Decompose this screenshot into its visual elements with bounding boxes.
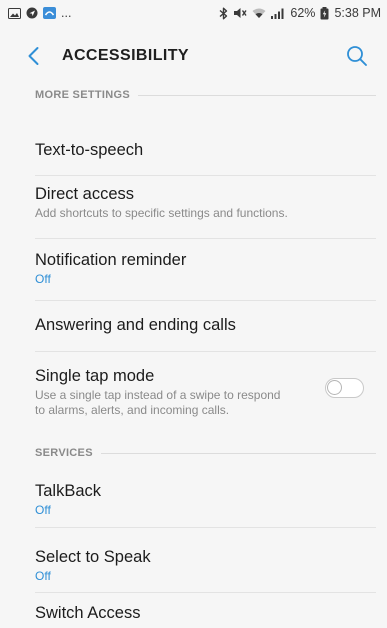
setting-title: TalkBack xyxy=(35,482,102,500)
setting-item-direct-access[interactable]: Direct access Add shortcuts to specific … xyxy=(0,176,376,239)
setting-status: Off xyxy=(35,272,51,286)
setting-title: Select to Speak xyxy=(35,548,151,566)
toggle-knob xyxy=(327,380,342,395)
back-button[interactable] xyxy=(8,26,60,86)
section-header-services: SERVICES xyxy=(0,444,376,462)
status-overflow: ... xyxy=(61,6,72,20)
section-label: MORE SETTINGS xyxy=(35,89,138,101)
setting-item-switch-access[interactable]: Switch Access xyxy=(0,593,376,628)
single-tap-toggle[interactable] xyxy=(325,378,364,398)
setting-subtitle: Use a single tap instead of a swipe to r… xyxy=(35,388,281,417)
setting-item-notification-reminder[interactable]: Notification reminder Off xyxy=(0,239,376,301)
status-bar: ... 62% 5:38 PM xyxy=(0,0,387,26)
mute-icon xyxy=(233,7,247,19)
app-notification-icon xyxy=(43,7,56,19)
setting-title: Switch Access xyxy=(35,604,141,622)
setting-status: Off xyxy=(35,503,51,517)
status-bar-right: 62% 5:38 PM xyxy=(219,6,381,20)
battery-percent: 62% xyxy=(290,6,316,20)
setting-title: Single tap mode xyxy=(35,367,155,385)
battery-icon xyxy=(320,6,329,20)
setting-subtitle: Add shortcuts to specific settings and f… xyxy=(35,206,288,220)
setting-title: Text-to-speech xyxy=(35,141,144,159)
location-icon xyxy=(26,7,38,19)
wifi-icon xyxy=(252,8,266,19)
settings-list: MORE SETTINGS Text-to-speech Direct acce… xyxy=(0,86,376,628)
status-time: 5:38 PM xyxy=(334,6,381,20)
setting-item-select-to-speak[interactable]: Select to Speak Off xyxy=(0,528,376,593)
app-bar: ACCESSIBILITY xyxy=(0,26,387,86)
setting-title: Direct access xyxy=(35,185,135,203)
setting-status: Off xyxy=(35,569,51,583)
setting-item-single-tap-mode[interactable]: Single tap mode Use a single tap instead… xyxy=(0,352,376,444)
section-header-more-settings: MORE SETTINGS xyxy=(0,86,376,104)
setting-title: Answering and ending calls xyxy=(35,316,236,334)
setting-title: Notification reminder xyxy=(35,251,187,269)
back-arrow-icon xyxy=(28,47,39,65)
setting-item-text-to-speech[interactable]: Text-to-speech xyxy=(0,104,376,176)
search-button[interactable] xyxy=(341,40,373,72)
status-bar-left: ... xyxy=(8,6,71,20)
setting-item-answering-calls[interactable]: Answering and ending calls xyxy=(0,301,376,352)
gallery-icon xyxy=(8,7,21,19)
search-icon xyxy=(347,46,367,66)
section-label: SERVICES xyxy=(35,447,101,459)
page-title: ACCESSIBILITY xyxy=(62,47,189,64)
signal-icon xyxy=(271,8,285,19)
setting-item-talkback[interactable]: TalkBack Off xyxy=(0,462,376,528)
bluetooth-icon xyxy=(219,7,228,20)
